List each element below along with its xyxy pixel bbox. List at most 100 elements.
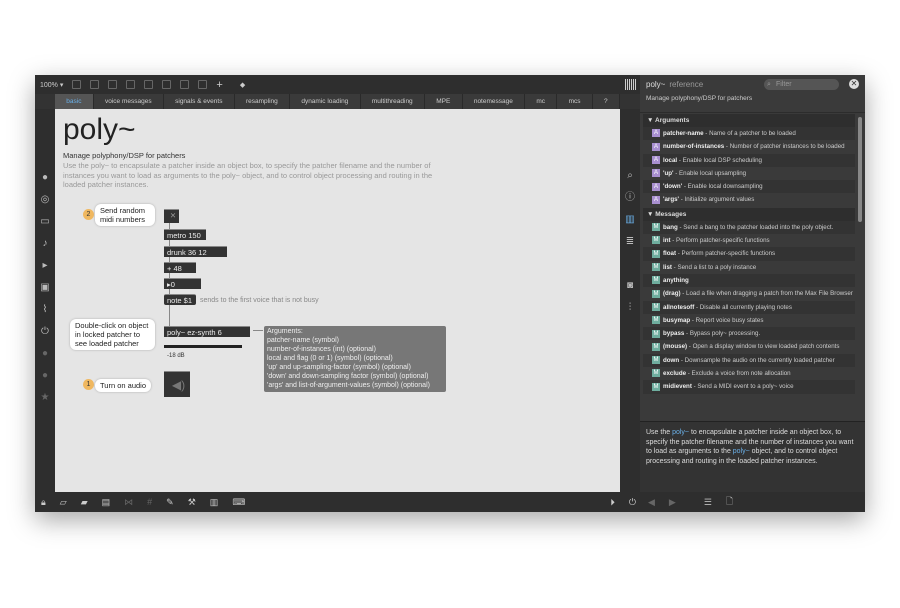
tab-0[interactable]: basic — [55, 94, 94, 109]
list-item[interactable]: Mbypass - Bypass poly~ processing. — [643, 327, 855, 341]
tab-9[interactable]: mcs — [557, 94, 593, 109]
plug-icon[interactable]: ⏻ — [40, 327, 50, 337]
tab-10[interactable]: ? — [593, 94, 620, 109]
menu-icon[interactable]: ☰ — [704, 497, 712, 508]
scrollbar[interactable] — [858, 117, 862, 222]
plus-object[interactable]: + 48 — [164, 262, 196, 273]
number-box[interactable]: ▸0 — [164, 278, 201, 289]
camera-icon[interactable]: ◙ — [625, 281, 635, 291]
list-item[interactable]: Mallnotesoff - Disable all currently pla… — [643, 300, 855, 314]
item-name: local — [663, 156, 678, 164]
list-item[interactable]: Anumber-of-instances - Number of patcher… — [643, 140, 855, 153]
mixer-icon[interactable]: ⫶ — [625, 303, 635, 313]
poly-link[interactable]: poly~ — [733, 448, 750, 455]
paint-icon[interactable]: ◆ — [240, 81, 245, 89]
list-item[interactable]: Mfloat - Perform patcher-specific functi… — [643, 247, 855, 261]
section-messages[interactable]: ▼ Messages — [643, 207, 855, 221]
filter-input[interactable]: ⌕ Filter — [764, 78, 839, 90]
slider-icon[interactable] — [180, 80, 190, 89]
paperclip-icon[interactable]: ⌇ — [40, 305, 50, 315]
lock-icon[interactable]: 🔒︎ — [41, 497, 46, 508]
list-icon[interactable]: ≣ — [625, 237, 635, 247]
power-icon[interactable]: ⏻ — [629, 497, 636, 508]
music-icon[interactable]: ♪ — [40, 239, 50, 249]
back-icon[interactable]: ◀ — [648, 497, 655, 508]
edit-icon[interactable]: ▱ — [60, 497, 67, 508]
list-item[interactable]: A'down' - Enable local downsampling — [643, 180, 855, 194]
tab-7[interactable]: notemessage — [463, 94, 526, 109]
toggle-button[interactable]: ✕ — [164, 209, 179, 223]
document-icon[interactable]: 🗋︎ — [726, 494, 733, 510]
list-item[interactable]: Mbang - Send a bang to the patcher loade… — [643, 220, 855, 235]
gain-slider[interactable] — [164, 345, 242, 348]
piano-icon[interactable]: ▥ — [210, 497, 219, 508]
item-name: number-of-instances — [663, 143, 725, 151]
debug-icon[interactable]: ⋈ — [124, 497, 133, 508]
tab-4[interactable]: dynamic loading — [290, 94, 361, 109]
list-item[interactable]: Apatcher-name - Name of a patcher to be … — [643, 127, 855, 141]
toggle-icon[interactable] — [126, 80, 136, 89]
object-icon[interactable] — [90, 80, 100, 89]
drunk-object[interactable]: drunk 36 12 — [164, 246, 227, 257]
patcher-canvas[interactable]: poly~ Manage polyphony/DSP for patchers … — [55, 109, 620, 492]
presentation-icon[interactable] — [72, 80, 82, 89]
poly-link[interactable]: poly~ — [672, 429, 689, 436]
tab-1[interactable]: voice messages — [94, 94, 164, 109]
image-icon[interactable]: ▣ — [40, 283, 50, 293]
window-icon[interactable]: ▭ — [40, 217, 50, 227]
zoom-menu[interactable]: 100% ▾ — [40, 81, 63, 89]
tab-2[interactable]: signals & events — [164, 94, 235, 109]
filter-placeholder: Filter — [776, 80, 792, 88]
presentation-icon[interactable]: ▰ — [81, 497, 88, 508]
list-item[interactable]: Manything — [643, 273, 855, 288]
list-item[interactable]: A'args' - Initialize argument values — [643, 193, 855, 206]
note-message[interactable]: note $1 — [164, 294, 196, 305]
M-badge-icon: M — [652, 223, 660, 232]
poly-object[interactable]: poly~ ez-synth 6 — [164, 326, 250, 337]
target-icon[interactable]: ◎ — [40, 195, 50, 205]
play-icon[interactable] — [162, 80, 172, 89]
list-item[interactable]: M (drag) - Load a file when dragging a pa… — [643, 287, 855, 300]
media-icon[interactable]: ▸ — [40, 261, 50, 271]
info-icon[interactable]: ⓘ — [625, 193, 635, 203]
tab-8[interactable]: mc — [525, 94, 558, 109]
history-icon[interactable]: ● — [40, 371, 50, 381]
close-icon[interactable]: ✕ — [849, 79, 859, 89]
comment-icon[interactable] — [108, 80, 118, 89]
dial-icon[interactable] — [198, 80, 208, 89]
tab-6[interactable]: MPE — [425, 94, 463, 109]
section-arguments[interactable]: ▼ Arguments — [643, 114, 855, 127]
list-item[interactable]: Mint - Perform patcher-specific function… — [643, 234, 855, 247]
windows-icon[interactable]: ▤ — [102, 497, 111, 508]
speaker-icon[interactable]: ◀) — [164, 371, 190, 397]
grid-icon[interactable] — [625, 79, 636, 90]
list-item[interactable]: Mmidievent - Send a MIDI event to a poly… — [643, 380, 855, 394]
button-icon[interactable] — [144, 80, 154, 89]
list-item[interactable]: Mlist - Send a list to a poly instance — [643, 261, 855, 274]
tool-icon[interactable]: ✎ — [166, 497, 174, 508]
wrench-icon[interactable]: ⚒ — [188, 497, 196, 508]
M-badge-icon: M — [652, 329, 660, 338]
tab-5[interactable]: multithreading — [361, 94, 425, 109]
keyboard-icon[interactable]: ⌨ — [232, 497, 245, 508]
forward-icon[interactable]: ▶ — [669, 497, 676, 508]
list-item[interactable]: Mdown - Downsample the audio on the curr… — [643, 353, 855, 368]
list-item[interactable]: A'up' - Enable local upsampling — [643, 167, 855, 180]
info-icon[interactable]: ● — [40, 349, 50, 359]
list-item[interactable]: Mexclude - Exclude a voice from note all… — [643, 367, 855, 380]
play-icon[interactable]: ⏵ — [610, 497, 615, 508]
list-item[interactable]: Alocal - Enable local DSP scheduling — [643, 153, 855, 167]
star-icon[interactable]: ★ — [40, 393, 50, 403]
item-desc: - Enable local downsampling — [682, 183, 763, 191]
list-item[interactable]: M (mouse) - Open a display window to view… — [643, 340, 855, 353]
reference-icon[interactable]: ▥ — [625, 215, 635, 225]
step1-comment: Turn on audio — [95, 379, 152, 392]
max-window: 100% ▾ + ◆ basic voice messages signals & … — [35, 75, 865, 512]
list-item[interactable]: Mbusymap - Report voice busy states — [643, 314, 855, 327]
add-icon[interactable]: + — [216, 79, 222, 91]
search-icon[interactable]: ⌕ — [625, 171, 635, 181]
metro-object[interactable]: metro 150 — [164, 229, 206, 240]
grid-icon[interactable]: # — [147, 497, 152, 507]
palette-icon[interactable]: ● — [40, 173, 50, 183]
tab-3[interactable]: resampling — [235, 94, 291, 109]
